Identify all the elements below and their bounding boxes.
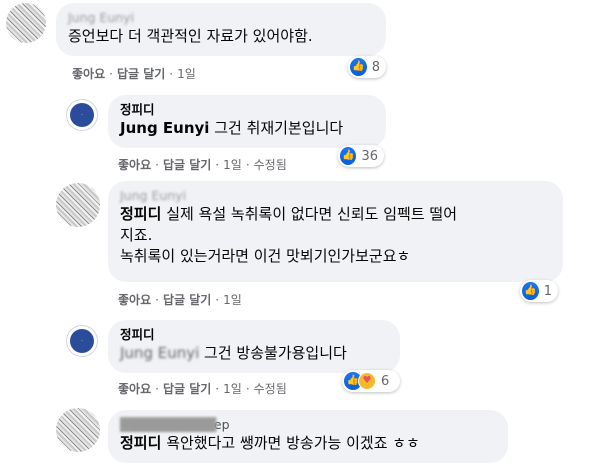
comment-text: Jung Eunyi 그건 취재기본입니다 bbox=[120, 118, 374, 139]
comment-bubble: Jung Eunyi 정피디 실제 욕설 녹취록이 없다면 신뢰도 임펙트 떨어… bbox=[108, 181, 563, 282]
comment-text: 정피디 욕안했다고 쌩까면 방송가능 이겠죠 ㅎㅎ bbox=[120, 433, 496, 454]
timestamp[interactable]: 1일 bbox=[223, 381, 242, 397]
avatar[interactable] bbox=[56, 183, 100, 227]
like-button[interactable]: 좋아요 bbox=[118, 381, 151, 397]
reaction-count: 1 bbox=[543, 283, 552, 299]
reaction-count: 36 bbox=[361, 148, 378, 164]
edited-label[interactable]: 수정됨 bbox=[254, 381, 287, 397]
separator: · bbox=[155, 158, 159, 172]
comment-body: 그건 취재기본입니다 bbox=[214, 119, 344, 137]
like-button[interactable]: 좋아요 bbox=[72, 66, 105, 82]
separator: · bbox=[169, 67, 174, 81]
comment-author[interactable]: Jung Eunyi bbox=[120, 187, 551, 204]
reaction-count: 8 bbox=[371, 59, 380, 75]
thumbs-up-icon: 👍 bbox=[350, 58, 367, 76]
comment-author[interactable]: 정피디 bbox=[120, 101, 374, 118]
separator: · bbox=[245, 382, 250, 396]
comment-text-line: 정피디 실제 욕설 녹취록이 없다면 신뢰도 임펙트 떨어 bbox=[120, 204, 551, 225]
comment-author[interactable]: 정피디 bbox=[120, 326, 388, 343]
comment-body: 실제 욕설 녹취록이 없다면 신뢰도 임펙트 떨어 bbox=[166, 205, 457, 223]
channel-logo-icon: · bbox=[70, 103, 94, 127]
comment-body: 그건 방송불가용입니다 bbox=[204, 344, 347, 362]
separator: · bbox=[155, 382, 159, 396]
avatar[interactable] bbox=[56, 408, 100, 452]
reaction-count: 6 bbox=[381, 373, 390, 389]
care-icon: ♥ bbox=[358, 372, 376, 390]
thumbs-up-icon: 👍 bbox=[340, 147, 357, 165]
comment-actions: 좋아요 · 답글 달기 · 1일 bbox=[118, 292, 242, 308]
comment-author[interactable]: Jung Eunyi bbox=[68, 9, 374, 26]
separator: · bbox=[109, 67, 113, 81]
reaction-summary[interactable]: 👍 8 bbox=[348, 56, 386, 78]
avatar[interactable]: · bbox=[66, 325, 98, 357]
reaction-summary[interactable]: 👍 ♥ 6 bbox=[342, 370, 400, 392]
separator: · bbox=[215, 293, 220, 307]
channel-logo-icon: · bbox=[70, 329, 94, 353]
comment-bubble: Jung Eunyi 증언보다 더 객관적인 자료가 있어야함. bbox=[56, 3, 386, 56]
reply-button[interactable]: 답글 달기 bbox=[163, 292, 211, 308]
comment-text-line: 녹취록이 있는거라면 이건 맛뵈기인가보군요ㅎ bbox=[120, 247, 411, 265]
timestamp[interactable]: 1일 bbox=[177, 66, 196, 82]
separator: · bbox=[155, 293, 159, 307]
separator: · bbox=[215, 158, 220, 172]
comment-text: 증언보다 더 객관적인 자료가 있어야함. bbox=[68, 27, 313, 45]
mention-link[interactable]: 정피디 bbox=[120, 205, 161, 223]
like-button[interactable]: 좋아요 bbox=[118, 292, 151, 308]
comment-author[interactable]: ██████████Sep bbox=[120, 416, 496, 433]
timestamp[interactable]: 1일 bbox=[223, 292, 242, 308]
comment-actions: 좋아요 · 답글 달기 · 1일 · 수정됨 bbox=[118, 381, 287, 397]
reply-button[interactable]: 답글 달기 bbox=[163, 157, 211, 173]
reply-button[interactable]: 답글 달기 bbox=[117, 66, 165, 82]
separator: · bbox=[245, 158, 250, 172]
reaction-summary[interactable]: 👍 36 bbox=[338, 145, 384, 167]
comment-bubble: 정피디 Jung Eunyi 그건 취재기본입니다 bbox=[108, 95, 386, 148]
edited-label[interactable]: 수정됨 bbox=[254, 157, 287, 173]
comment-body: 욕안했다고 쌩까면 방송가능 이겠죠 ㅎㅎ bbox=[166, 434, 420, 452]
thumbs-up-icon: 👍 bbox=[522, 282, 539, 300]
comment-text-line: 지죠. bbox=[120, 226, 153, 244]
mention-link[interactable]: 정피디 bbox=[120, 434, 161, 452]
mention-link[interactable]: Jung Eunyi bbox=[120, 119, 209, 137]
timestamp[interactable]: 1일 bbox=[223, 157, 242, 173]
reply-button[interactable]: 답글 달기 bbox=[163, 381, 211, 397]
separator: · bbox=[215, 382, 220, 396]
mention-link[interactable]: Jung Eunyi bbox=[120, 344, 199, 362]
comment-bubble: 정피디 Jung Eunyi 그건 방송불가용입니다 bbox=[108, 320, 400, 373]
comment-actions: 좋아요 · 답글 달기 · 1일 · 수정됨 bbox=[118, 157, 287, 173]
author-redacted: ██████████ bbox=[120, 417, 217, 432]
reaction-summary[interactable]: 👍 1 bbox=[520, 280, 558, 302]
like-button[interactable]: 좋아요 bbox=[118, 157, 151, 173]
avatar[interactable] bbox=[6, 3, 46, 43]
comment-text: Jung Eunyi 그건 방송불가용입니다 bbox=[120, 343, 388, 364]
avatar[interactable]: · bbox=[66, 99, 98, 131]
comment-bubble: ██████████Sep 정피디 욕안했다고 쌩까면 방송가능 이겠죠 ㅎㅎ bbox=[108, 410, 508, 463]
comment-actions: 좋아요 · 답글 달기 · 1일 bbox=[72, 66, 196, 82]
